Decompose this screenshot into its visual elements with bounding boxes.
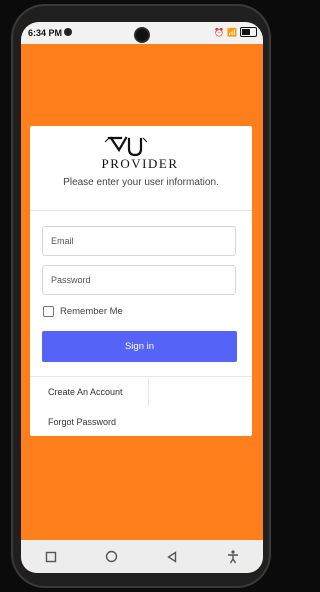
login-instruction: Please enter your user information. [63, 177, 219, 188]
back-icon[interactable] [163, 548, 181, 566]
alarm-icon: ⏰ [214, 27, 225, 37]
forgot-password-link[interactable]: Forgot Password [48, 417, 116, 427]
logo-mark-icon [104, 136, 148, 157]
create-account-link[interactable]: Create An Account [48, 387, 123, 397]
divider [30, 210, 252, 211]
login-card: PROVIDER Please enter your user informat… [30, 126, 252, 436]
app-screen: 6:34 PM ⏰ 📶 PROVIDER Please enter your u… [21, 22, 263, 573]
system-nav-bar [21, 540, 263, 573]
signal-icon: 📶 [227, 27, 237, 37]
accessibility-icon[interactable] [224, 548, 242, 566]
remember-me[interactable]: Remember Me [43, 306, 123, 317]
vertical-divider [148, 378, 149, 406]
remember-me-label: Remember Me [60, 306, 123, 317]
email-input[interactable] [42, 226, 236, 256]
logo-wordmark: PROVIDER [101, 156, 179, 171]
notification-icon [64, 28, 72, 36]
remember-me-checkbox[interactable] [43, 306, 54, 317]
home-icon[interactable] [103, 548, 121, 566]
status-icons: ⏰ 📶 [214, 27, 257, 37]
battery-icon [240, 27, 257, 37]
sign-in-button[interactable]: Sign in [42, 331, 237, 362]
front-camera [136, 29, 148, 41]
recents-icon[interactable] [42, 548, 60, 566]
password-input[interactable] [42, 265, 236, 295]
status-time: 6:34 PM [28, 28, 63, 38]
divider [30, 376, 252, 377]
provider-logo: PROVIDER [85, 136, 195, 172]
